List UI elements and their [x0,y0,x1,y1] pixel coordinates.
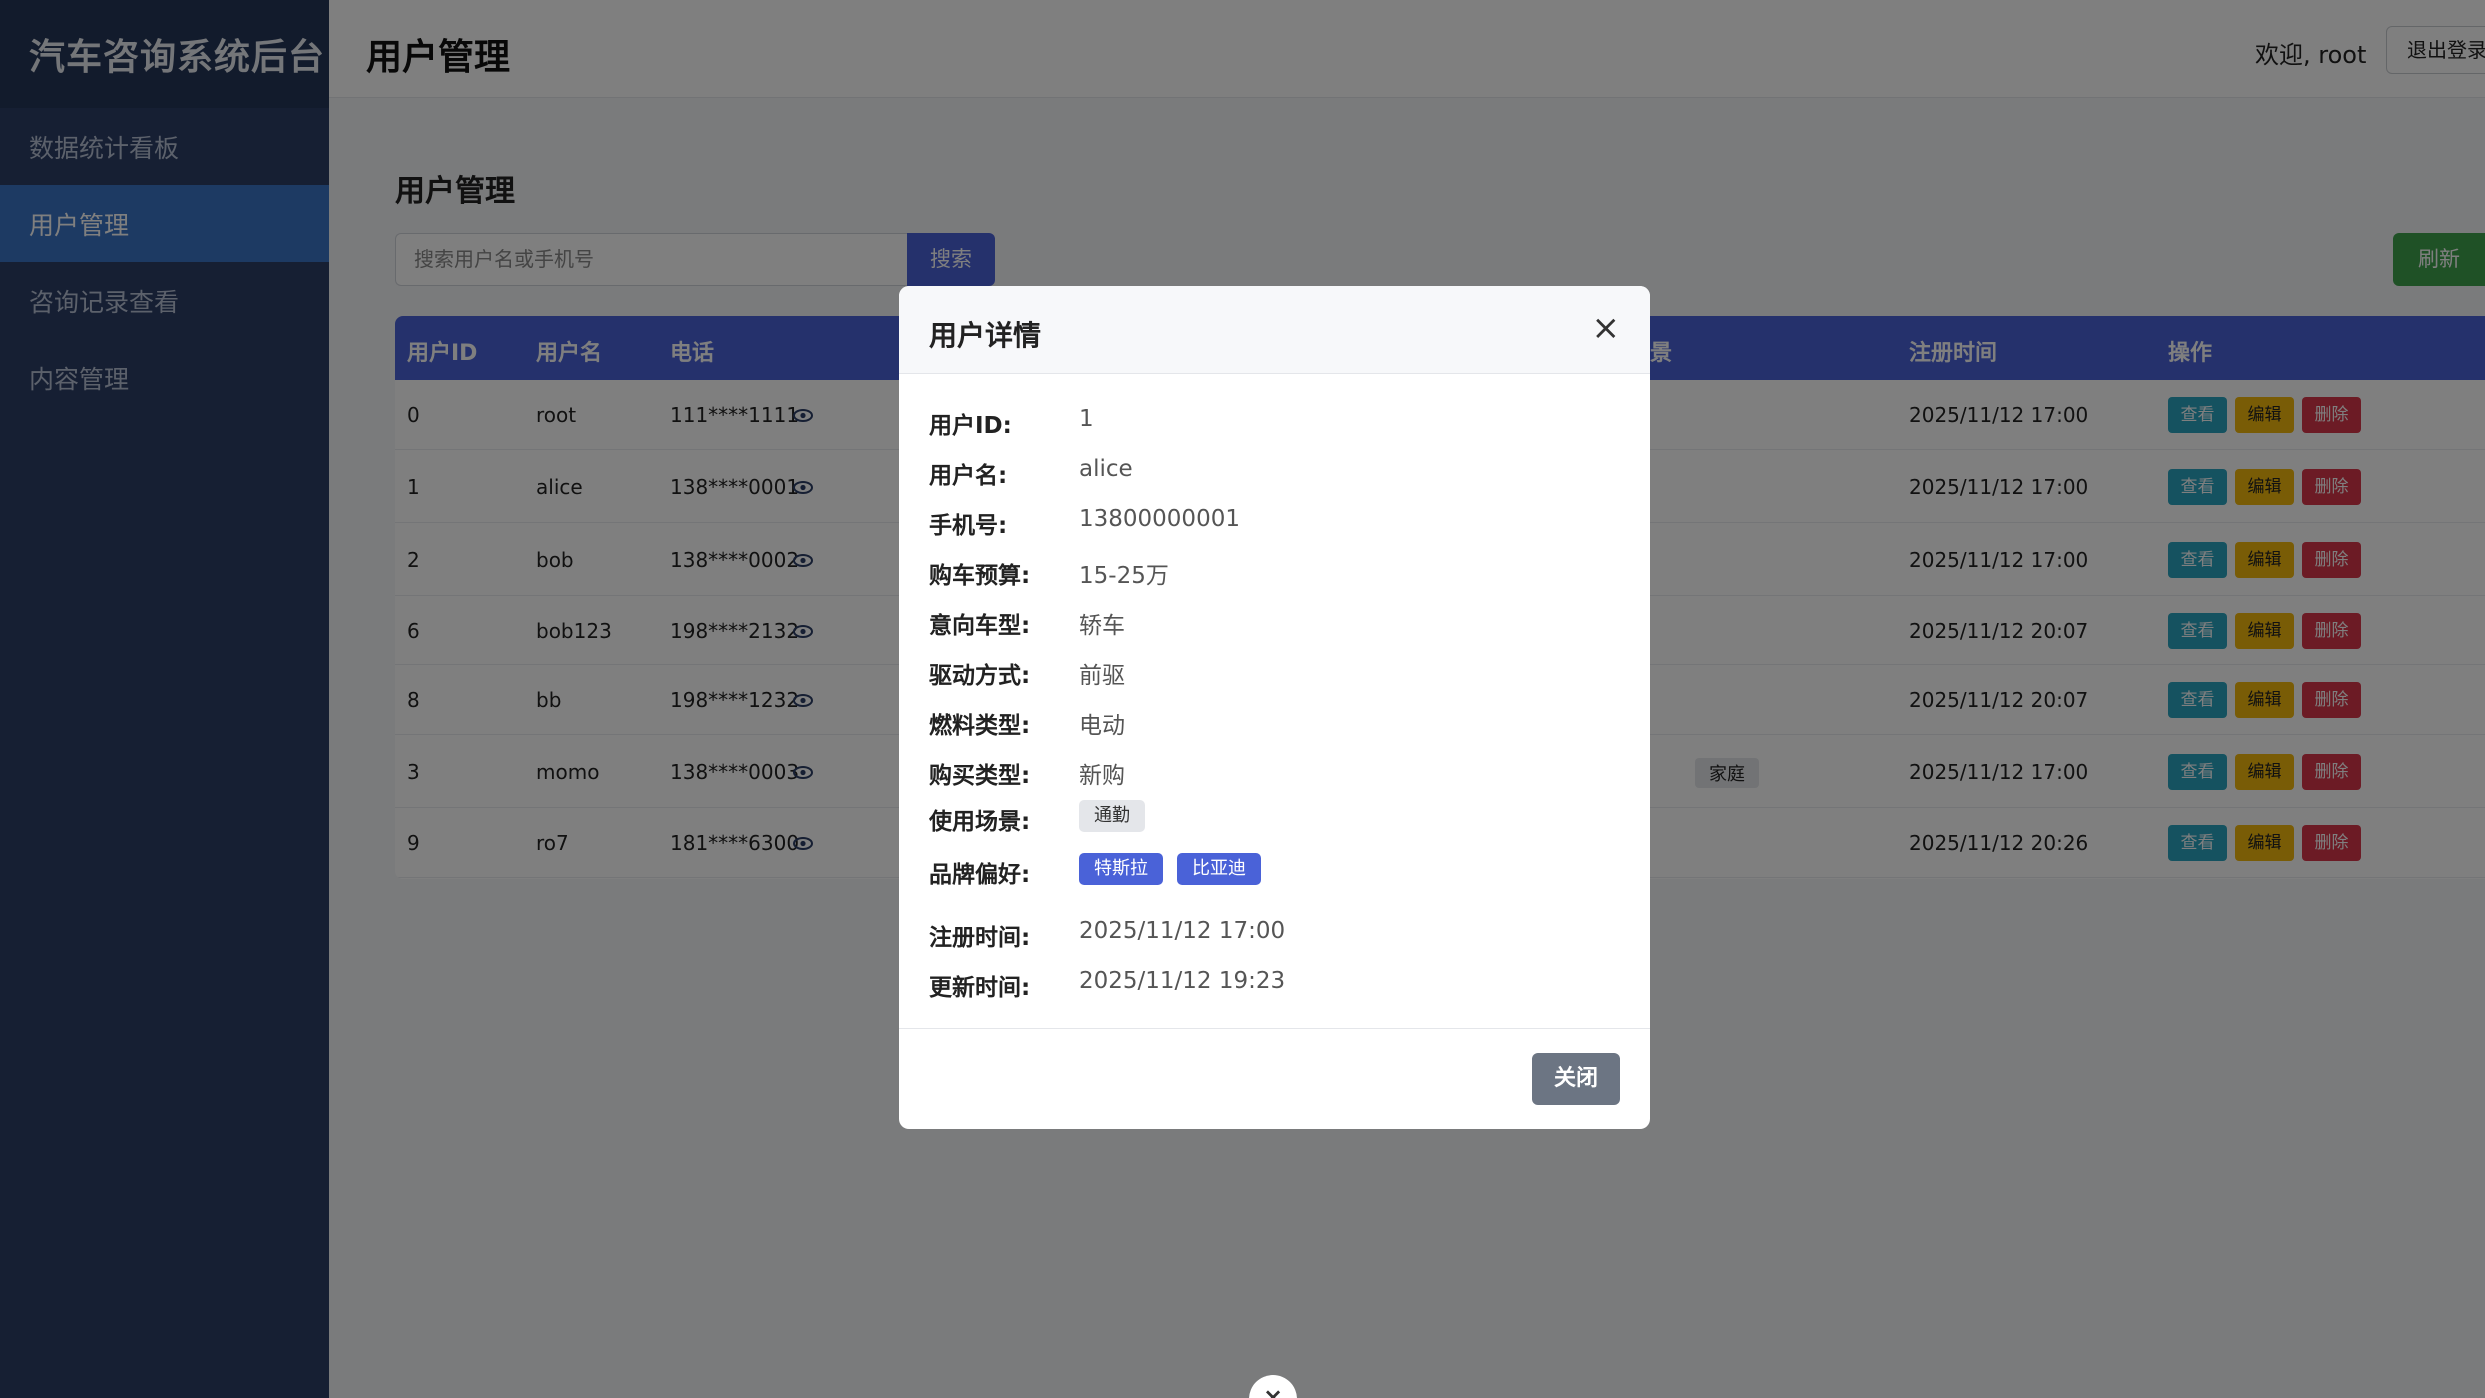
field-value: 1 [1079,406,1094,432]
field-label: 购买类型: [929,763,1031,789]
brand-tag: 比亚迪 [1177,853,1261,885]
field-label: 购车预算: [929,563,1031,589]
brand-tags: 特斯拉 比亚迪 [1079,853,1275,885]
field-label: 品牌偏好: [929,862,1031,888]
field-label: 注册时间: [929,925,1031,951]
user-detail-modal: 用户详情 × 用户ID: 1 用户名: alice 手机号: 13800000001 购车预… [899,286,1650,1129]
close-icon[interactable]: × [1592,308,1621,348]
field-label: 意向车型: [929,613,1031,639]
scene-tags: 通勤 [1079,800,1159,832]
brand-tag: 特斯拉 [1079,853,1163,885]
field-value: alice [1079,456,1133,482]
field-value: 13800000001 [1079,506,1240,532]
field-label: 燃料类型: [929,713,1031,739]
field-value: 新购 [1079,763,1125,789]
field-value: 15-25万 [1079,563,1169,589]
field-value: 前驱 [1079,663,1125,689]
field-label: 使用场景: [929,809,1031,835]
field-value: 电动 [1079,713,1125,739]
field-value: 轿车 [1079,613,1125,639]
field-label: 用户名: [929,463,1008,489]
field-value: 2025/11/12 19:23 [1079,968,1286,994]
modal-header: 用户详情 × [899,286,1650,374]
close-button[interactable]: 关闭 [1532,1053,1620,1105]
field-label: 更新时间: [929,975,1031,1001]
field-label: 用户ID: [929,413,1012,439]
modal-footer: 关闭 [899,1028,1650,1129]
modal-title: 用户详情 [929,319,1042,352]
field-value: 2025/11/12 17:00 [1079,918,1286,944]
field-label: 驱动方式: [929,663,1031,689]
field-label: 手机号: [929,513,1008,539]
scene-tag: 通勤 [1079,800,1145,832]
